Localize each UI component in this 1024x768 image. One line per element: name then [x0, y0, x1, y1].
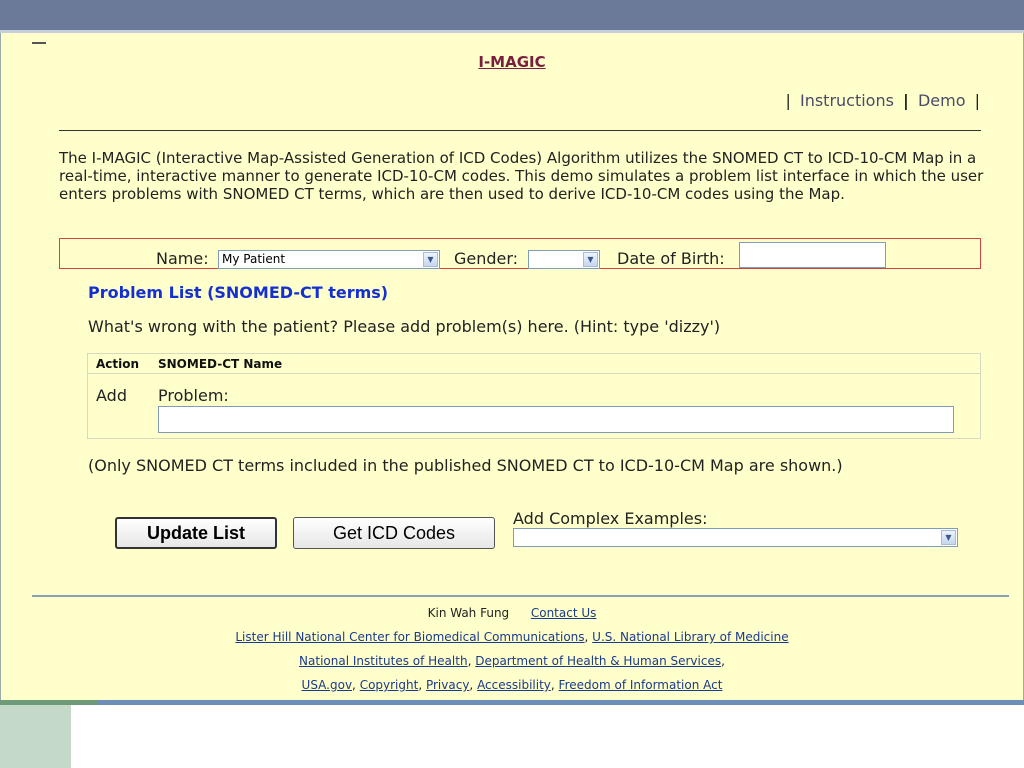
nav-separator: |: [903, 91, 909, 110]
column-header-snomed-name: SNOMED-CT Name: [158, 357, 283, 371]
dob-label: Date of Birth:: [617, 249, 725, 268]
nih-link[interactable]: National Institutes of Health: [299, 654, 468, 668]
bottom-green-block: [0, 705, 71, 768]
demo-link[interactable]: Demo: [918, 91, 966, 110]
accessibility-link[interactable]: Accessibility: [477, 678, 551, 692]
nlm-link[interactable]: U.S. National Library of Medicine: [592, 630, 788, 644]
complex-examples-label: Add Complex Examples:: [513, 509, 708, 528]
add-action-label: Add: [96, 386, 127, 405]
nav-separator: |: [974, 91, 980, 110]
bottom-area: [0, 705, 1024, 768]
get-icd-codes-button[interactable]: Get ICD Codes: [293, 517, 495, 549]
footer-line-1: Kin Wah Fung Contact Us: [0, 606, 1024, 620]
page-title[interactable]: I-MAGIC: [0, 53, 1024, 71]
top-nav: | Instructions | Demo |: [781, 91, 984, 110]
footer-line-4: USA.gov, Copyright, Privacy, Accessibili…: [301, 678, 723, 692]
problem-list-title: Problem List (SNOMED-CT terms): [88, 283, 389, 302]
map-note: (Only SNOMED CT terms included in the pu…: [88, 456, 843, 475]
footer-line-2: Lister Hill National Center for Biomedic…: [235, 630, 789, 644]
column-header-action: Action: [96, 357, 140, 371]
table-header-row: Action SNOMED-CT Name: [88, 354, 980, 374]
header-divider: [59, 130, 981, 131]
copyright-link[interactable]: Copyright: [360, 678, 419, 692]
problem-input[interactable]: [158, 406, 954, 433]
update-list-button[interactable]: Update List: [115, 517, 277, 549]
complex-examples-select[interactable]: ▼: [513, 528, 958, 547]
lister-hill-link[interactable]: Lister Hill National Center for Biomedic…: [235, 630, 584, 644]
patient-name-select[interactable]: My Patient ▼: [218, 250, 440, 269]
name-label: Name:: [156, 249, 209, 268]
contact-us-link[interactable]: Contact Us: [531, 606, 597, 620]
patient-name-value: My Patient: [222, 252, 286, 266]
foia-link[interactable]: Freedom of Information Act: [559, 678, 723, 692]
problem-label: Problem:: [158, 386, 229, 405]
dob-input[interactable]: [739, 242, 886, 268]
problem-prompt: What's wrong with the patient? Please ad…: [88, 317, 721, 336]
problem-table: Action SNOMED-CT Name Add Problem:: [87, 353, 981, 439]
footer-line-3: National Institutes of Health, Departmen…: [299, 654, 725, 668]
gender-select[interactable]: ▼: [528, 250, 600, 269]
usa-gov-link[interactable]: USA.gov: [302, 678, 353, 692]
chevron-down-icon[interactable]: ▼: [423, 252, 438, 267]
window-top-bar: [0, 0, 1024, 30]
instructions-link[interactable]: Instructions: [800, 91, 894, 110]
privacy-link[interactable]: Privacy: [426, 678, 469, 692]
corner-mark: [32, 42, 46, 44]
author-name: Kin Wah Fung: [427, 606, 510, 620]
footer-divider: [32, 595, 1009, 597]
nav-separator: |: [785, 91, 791, 110]
gender-label: Gender:: [454, 249, 519, 268]
chevron-down-icon[interactable]: ▼: [583, 252, 598, 267]
intro-text: The I-MAGIC (Interactive Map-Assisted Ge…: [59, 149, 984, 203]
hhs-link[interactable]: Department of Health & Human Services: [475, 654, 721, 668]
chevron-down-icon[interactable]: ▼: [941, 530, 956, 545]
